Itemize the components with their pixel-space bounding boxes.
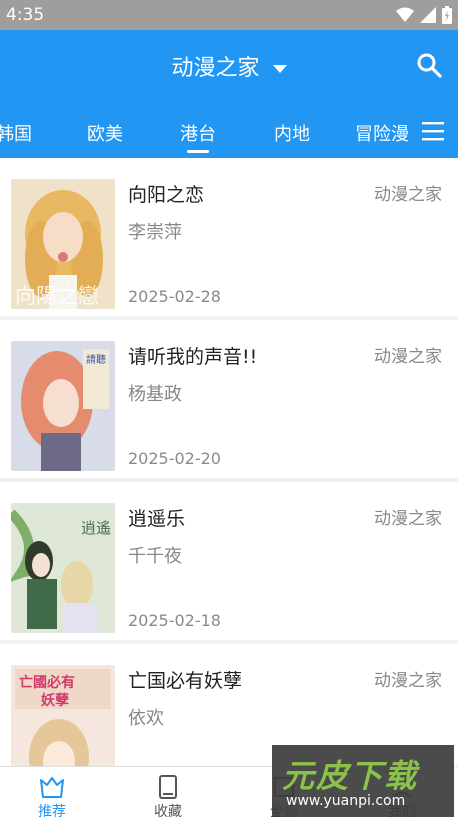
comic-cover: 逍遙 <box>11 503 115 633</box>
comic-card[interactable]: 請聽 请听我的声音!! 杨基政 2025-02-20 动漫之家 <box>0 320 458 478</box>
cover-title-text: 逍遙 <box>81 519 111 537</box>
comic-author: 李崇萍 <box>128 222 182 243</box>
battery-icon <box>442 6 452 24</box>
tab-korea[interactable]: 韩国 <box>0 120 32 146</box>
watermark-brand: 元皮下载 <box>282 757 419 795</box>
caret-down-icon <box>272 65 287 73</box>
comic-cover: 向陽之戀 <box>11 179 115 309</box>
tab-adventure[interactable]: 冒险漫 <box>355 120 409 146</box>
comic-author: 千千夜 <box>128 546 182 567</box>
crown-icon <box>40 777 64 798</box>
cover-title-text: 請聽 <box>86 353 106 366</box>
signal-icon <box>420 7 436 23</box>
search-icon[interactable] <box>416 52 442 78</box>
nav-favorites-label: 收藏 <box>154 804 182 820</box>
svg-text:妖孽: 妖孽 <box>41 692 69 709</box>
nav-recommend[interactable]: 推荐 <box>22 773 82 820</box>
status-icons <box>396 6 452 24</box>
cover-title-text: 向陽之戀 <box>15 284 99 308</box>
active-tab-indicator <box>187 150 209 153</box>
cover-title-text: 亡國必有 <box>19 674 75 691</box>
watermark-url: www.yuanpi.com <box>286 793 406 809</box>
book-icon <box>159 775 177 799</box>
comic-date: 2025-02-20 <box>128 449 221 468</box>
tab-mainland[interactable]: 内地 <box>274 120 310 146</box>
comic-title: 请听我的声音!! <box>128 346 258 368</box>
comic-cover: 請聽 <box>11 341 115 471</box>
comic-source: 动漫之家 <box>374 671 442 691</box>
tab-western[interactable]: 欧美 <box>87 120 123 146</box>
nav-favorites[interactable]: 收藏 <box>138 773 198 820</box>
comic-source: 动漫之家 <box>374 347 442 367</box>
comic-author: 杨基政 <box>128 384 182 405</box>
source-selector[interactable]: 动漫之家 <box>0 50 458 82</box>
watermark-logo: 元皮下载 www.yuanpi.com <box>272 745 454 817</box>
comic-author: 依欢 <box>128 708 164 729</box>
comic-card[interactable]: 逍遙 逍遥乐 千千夜 2025-02-18 动漫之家 <box>0 482 458 640</box>
status-time: 4:35 <box>6 5 45 25</box>
wifi-icon <box>396 7 414 22</box>
app-bar: 动漫之家 韩国 欧美 港台 内地 冒险漫 <box>0 30 458 158</box>
comic-card[interactable]: 向陽之戀 向阳之恋 李崇萍 2025-02-28 动漫之家 <box>0 158 458 316</box>
status-bar: 4:35 <box>0 0 458 30</box>
comic-title: 逍遥乐 <box>128 508 186 530</box>
comic-source: 动漫之家 <box>374 185 442 205</box>
comic-title: 向阳之恋 <box>128 184 205 206</box>
comic-source: 动漫之家 <box>374 509 442 529</box>
menu-icon[interactable] <box>422 120 444 142</box>
app-title: 动漫之家 <box>171 56 260 81</box>
nav-recommend-label: 推荐 <box>38 804 66 820</box>
comic-date: 2025-02-18 <box>128 611 221 630</box>
tab-hk-tw[interactable]: 港台 <box>180 120 216 146</box>
category-tabs: 韩国 欧美 港台 内地 冒险漫 <box>0 114 410 158</box>
comic-title: 亡国必有妖孽 <box>128 670 243 692</box>
comic-date: 2025-02-28 <box>128 287 221 306</box>
